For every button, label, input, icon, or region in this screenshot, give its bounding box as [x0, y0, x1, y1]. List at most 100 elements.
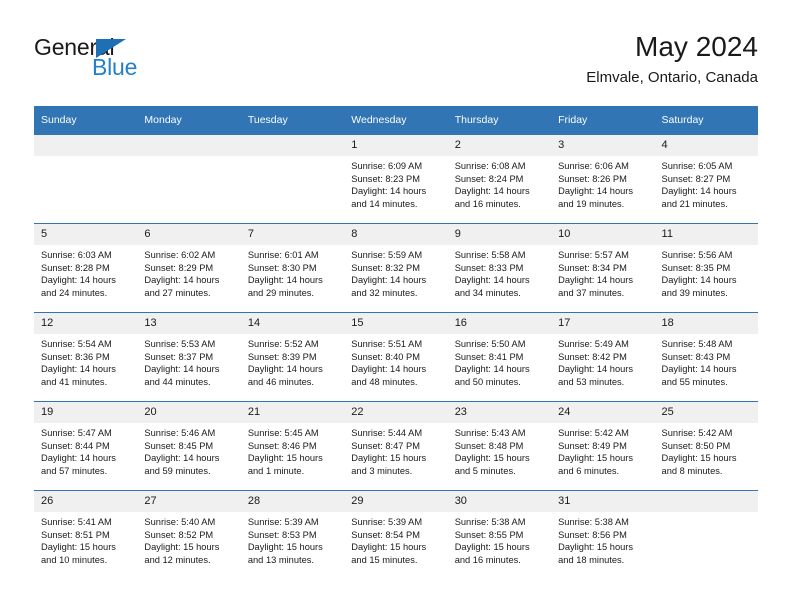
sunset-text: Sunset: 8:28 PM: [41, 262, 110, 273]
daylight-text-line2: and 15 minutes.: [351, 554, 418, 565]
daylight-text-line1: Daylight: 14 hours: [558, 186, 634, 197]
day-number: 13: [137, 313, 241, 334]
weekday-header-thursday: Thursday: [447, 106, 552, 135]
day-details: Sunrise: 6:01 AM Sunset: 8:30 PM Daylight:…: [241, 245, 344, 299]
day-number: 7: [240, 224, 345, 245]
calendar-day-cell[interactable]: 31 Sunrise: 5:38 AM Sunset: 8:56 PM Dayligh…: [551, 490, 655, 579]
sunrise-text: Sunrise: 5:41 AM: [41, 517, 112, 527]
day-details: Sunrise: 6:05 AM Sunset: 8:27 PM Daylight:…: [655, 156, 758, 210]
day-number: 10: [551, 224, 655, 245]
sunset-text: Sunset: 8:47 PM: [351, 440, 420, 451]
day-number: 3: [551, 135, 655, 156]
day-details: Sunrise: 5:42 AM Sunset: 8:50 PM Daylight:…: [655, 423, 758, 477]
sunset-text: Sunset: 8:44 PM: [41, 440, 110, 451]
daylight-text-line2: and 46 minutes.: [247, 376, 314, 387]
day-number: 31: [551, 491, 655, 512]
daylight-text-line2: and 12 minutes.: [144, 554, 211, 565]
day-details: Sunrise: 5:50 AM Sunset: 8:41 PM Daylight:…: [448, 334, 551, 388]
day-number: 15: [344, 313, 448, 334]
calendar-day-cell[interactable]: 26 Sunrise: 5:41 AM Sunset: 8:51 PM Dayligh…: [34, 490, 138, 579]
daylight-text-line1: Daylight: 14 hours: [454, 275, 530, 286]
calendar-day-cell[interactable]: 10 Sunrise: 5:57 AM Sunset: 8:34 PM Dayligh…: [551, 223, 655, 313]
calendar-day-cell[interactable]: 5 Sunrise: 6:03 AM Sunset: 8:28 PM Daylight…: [34, 223, 138, 313]
general-blue-logo[interactable]: General Blue: [34, 34, 244, 90]
calendar-day-cell[interactable]: 7 Sunrise: 6:01 AM Sunset: 8:30 PM Daylight…: [240, 223, 345, 313]
day-details: Sunrise: 5:44 AM Sunset: 8:47 PM Daylight:…: [344, 423, 447, 477]
daylight-text-line2: and 32 minutes.: [351, 287, 418, 298]
sunset-text: Sunset: 8:39 PM: [247, 351, 317, 362]
day-number: 27: [137, 491, 241, 512]
daylight-text-line1: Daylight: 15 hours: [558, 453, 634, 464]
calendar-day-cell[interactable]: 15 Sunrise: 5:51 AM Sunset: 8:40 PM Dayligh…: [344, 312, 448, 402]
daylight-text-line2: and 6 minutes.: [558, 465, 620, 476]
calendar-day-cell[interactable]: 27 Sunrise: 5:40 AM Sunset: 8:52 PM Dayligh…: [137, 490, 241, 579]
daylight-text-line2: and 10 minutes.: [41, 554, 108, 565]
calendar-day-cell[interactable]: 14 Sunrise: 5:52 AM Sunset: 8:39 PM Dayligh…: [240, 312, 345, 402]
calendar-day-cell[interactable]: 8 Sunrise: 5:59 AM Sunset: 8:32 PM Daylight…: [344, 223, 448, 313]
day-number: 26: [34, 491, 138, 512]
calendar-day-cell[interactable]: 21 Sunrise: 5:45 AM Sunset: 8:46 PM Dayligh…: [240, 401, 345, 491]
daylight-text-line2: and 50 minutes.: [454, 376, 521, 387]
calendar-day-cell[interactable]: 4 Sunrise: 6:05 AM Sunset: 8:27 PM Daylight…: [654, 134, 758, 224]
day-details: Sunrise: 5:40 AM Sunset: 8:52 PM Daylight:…: [137, 512, 240, 566]
day-details: Sunrise: 5:49 AM Sunset: 8:42 PM Daylight:…: [551, 334, 654, 388]
sunset-text: Sunset: 8:46 PM: [247, 440, 317, 451]
daylight-text-line2: and 29 minutes.: [247, 287, 314, 298]
day-details: Sunrise: 5:38 AM Sunset: 8:56 PM Daylight:…: [551, 512, 654, 566]
sunrise-text: Sunrise: 6:08 AM: [454, 161, 526, 171]
calendar-day-cell[interactable]: 12 Sunrise: 5:54 AM Sunset: 8:36 PM Dayligh…: [34, 312, 138, 402]
calendar-day-cell[interactable]: 13 Sunrise: 5:53 AM Sunset: 8:37 PM Dayligh…: [137, 312, 241, 402]
sunrise-text: Sunrise: 5:46 AM: [144, 428, 216, 438]
sunrise-text: Sunrise: 5:39 AM: [351, 517, 423, 527]
day-number: 4: [654, 135, 758, 156]
calendar-day-cell[interactable]: 20 Sunrise: 5:46 AM Sunset: 8:45 PM Dayligh…: [137, 401, 241, 491]
calendar-week-row: 26 Sunrise: 5:41 AM Sunset: 8:51 PM Dayligh…: [34, 490, 758, 579]
calendar-day-cell[interactable]: 2 Sunrise: 6:08 AM Sunset: 8:24 PM Daylight…: [447, 134, 552, 224]
daylight-text-line2: and 5 minutes.: [454, 465, 516, 476]
sunset-text: Sunset: 8:42 PM: [558, 351, 627, 362]
calendar-day-cell[interactable]: 19 Sunrise: 5:47 AM Sunset: 8:44 PM Dayligh…: [34, 401, 138, 491]
weekday-header-row: Sunday Monday Tuesday Wednesday Thursday…: [34, 106, 758, 135]
calendar-day-cell[interactable]: 3 Sunrise: 6:06 AM Sunset: 8:26 PM Daylight…: [551, 134, 655, 224]
calendar-day-cell[interactable]: 1 Sunrise: 6:09 AM Sunset: 8:23 PM Daylight…: [344, 134, 448, 224]
daylight-text-line2: and 16 minutes.: [454, 554, 521, 565]
daylight-text-line2: and 14 minutes.: [351, 198, 418, 209]
day-number: [137, 135, 241, 156]
day-details: Sunrise: 5:56 AM Sunset: 8:35 PM Daylight:…: [655, 245, 758, 299]
calendar-table: Sunday Monday Tuesday Wednesday Thursday…: [34, 106, 758, 579]
calendar-day-cell[interactable]: 22 Sunrise: 5:44 AM Sunset: 8:47 PM Dayligh…: [344, 401, 448, 491]
calendar-day-cell[interactable]: 17 Sunrise: 5:49 AM Sunset: 8:42 PM Dayligh…: [551, 312, 655, 402]
calendar-week-row: 12 Sunrise: 5:54 AM Sunset: 8:36 PM Dayligh…: [34, 312, 758, 402]
calendar-day-cell[interactable]: 29 Sunrise: 5:39 AM Sunset: 8:54 PM Dayligh…: [344, 490, 448, 579]
daylight-text-line2: and 39 minutes.: [661, 287, 728, 298]
sunrise-text: Sunrise: 6:01 AM: [247, 250, 319, 260]
calendar-week-row: 5 Sunrise: 6:03 AM Sunset: 8:28 PM Daylight…: [34, 223, 758, 313]
sunset-text: Sunset: 8:29 PM: [144, 262, 214, 273]
daylight-text-line2: and 13 minutes.: [247, 554, 314, 565]
day-number: 30: [447, 491, 552, 512]
calendar-day-cell[interactable]: 23 Sunrise: 5:43 AM Sunset: 8:48 PM Dayligh…: [447, 401, 552, 491]
calendar-day-cell[interactable]: 28 Sunrise: 5:39 AM Sunset: 8:53 PM Dayligh…: [240, 490, 345, 579]
calendar-day-cell[interactable]: 6 Sunrise: 6:02 AM Sunset: 8:29 PM Daylight…: [137, 223, 241, 313]
sunrise-text: Sunrise: 5:40 AM: [144, 517, 216, 527]
weekday-header-wednesday: Wednesday: [344, 106, 448, 135]
day-number: 1: [344, 135, 448, 156]
sunset-text: Sunset: 8:53 PM: [247, 529, 317, 540]
calendar-day-cell[interactable]: 11 Sunrise: 5:56 AM Sunset: 8:35 PM Dayligh…: [654, 223, 758, 313]
calendar-day-cell[interactable]: 25 Sunrise: 5:42 AM Sunset: 8:50 PM Dayligh…: [654, 401, 758, 491]
daylight-text-line1: Daylight: 14 hours: [661, 364, 737, 375]
day-number: 16: [447, 313, 552, 334]
calendar-day-cell[interactable]: 30 Sunrise: 5:38 AM Sunset: 8:55 PM Dayligh…: [447, 490, 552, 579]
daylight-text-line1: Daylight: 15 hours: [558, 542, 634, 553]
calendar-day-cell[interactable]: 24 Sunrise: 5:42 AM Sunset: 8:49 PM Dayligh…: [551, 401, 655, 491]
day-details: Sunrise: 6:02 AM Sunset: 8:29 PM Daylight:…: [137, 245, 240, 299]
calendar-day-cell[interactable]: 18 Sunrise: 5:48 AM Sunset: 8:43 PM Dayligh…: [654, 312, 758, 402]
sunrise-text: Sunrise: 5:52 AM: [247, 339, 319, 349]
sunrise-text: Sunrise: 5:44 AM: [351, 428, 423, 438]
calendar-day-cell[interactable]: 9 Sunrise: 5:58 AM Sunset: 8:33 PM Daylight…: [447, 223, 552, 313]
day-number: 29: [344, 491, 448, 512]
calendar-day-cell[interactable]: 16 Sunrise: 5:50 AM Sunset: 8:41 PM Dayligh…: [447, 312, 552, 402]
daylight-text-line1: Daylight: 14 hours: [454, 364, 530, 375]
daylight-text-line2: and 59 minutes.: [144, 465, 211, 476]
calendar-header-row: Sunday Monday Tuesday Wednesday Thursday…: [34, 106, 758, 135]
